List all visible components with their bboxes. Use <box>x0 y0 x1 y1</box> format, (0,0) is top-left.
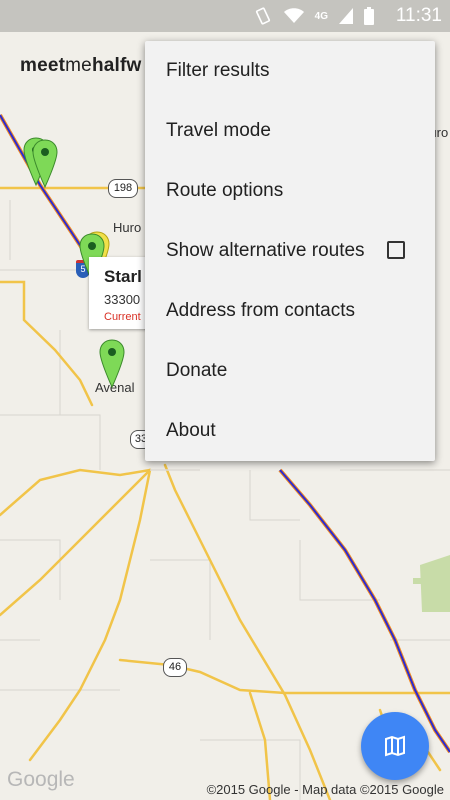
route-46-shield: 46 <box>163 658 187 677</box>
alternative-routes-checkbox[interactable] <box>387 241 405 259</box>
app-title-meet: meet <box>20 55 66 76</box>
menu-item-label: Travel mode <box>166 120 271 141</box>
map-attribution[interactable]: ©2015 Google - Map data ©2015 Google <box>207 782 444 797</box>
vibrate-icon <box>255 7 270 25</box>
route-198-label: 198 <box>113 182 133 194</box>
route-46-label: 46 <box>168 661 182 673</box>
menu-item-label: Donate <box>166 360 228 381</box>
status-icons: 4G <box>253 6 374 26</box>
menu-item-about[interactable]: About <box>145 401 435 461</box>
menu-item-label: Address from contacts <box>166 300 356 321</box>
signal-icon <box>339 8 353 24</box>
route-198-shield: 198 <box>108 179 138 198</box>
info-window-current: Current <box>104 311 141 323</box>
menu-item-show-alternative-routes[interactable]: Show alternative routes <box>145 221 435 281</box>
menu-item-travel-mode[interactable]: Travel mode <box>145 101 435 161</box>
info-window-address: 33300 <box>104 292 141 307</box>
menu-item-label: Filter results <box>166 60 270 81</box>
overflow-menu: Filter results Travel mode Route options… <box>145 41 435 461</box>
network-type: 4G <box>314 10 328 22</box>
app-title-rest: halfw <box>91 55 142 76</box>
status-time: 11:31 <box>395 5 442 26</box>
menu-item-filter-results[interactable]: Filter results <box>145 41 435 101</box>
map-marker[interactable] <box>32 139 58 189</box>
map-icon <box>385 735 405 757</box>
wifi-icon <box>283 8 304 23</box>
menu-item-label: Route options <box>166 180 284 201</box>
menu-item-route-options[interactable]: Route options <box>145 161 435 221</box>
app-title: meetmehalfw <box>20 55 142 77</box>
battery-icon <box>364 7 374 25</box>
map-view-button[interactable] <box>361 712 429 780</box>
menu-item-donate[interactable]: Donate <box>145 341 435 401</box>
menu-item-label: About <box>166 420 216 441</box>
app-title-me: me <box>65 55 92 76</box>
map-marker[interactable] <box>99 339 125 389</box>
google-logo: Google <box>7 768 75 791</box>
info-window-title: Starl <box>104 267 142 286</box>
menu-item-address-from-contacts[interactable]: Address from contacts <box>145 281 435 341</box>
menu-item-label: Show alternative routes <box>166 240 365 261</box>
place-label-huron: Huro <box>113 220 142 235</box>
status-bar: 4G 11:31 <box>0 0 450 32</box>
